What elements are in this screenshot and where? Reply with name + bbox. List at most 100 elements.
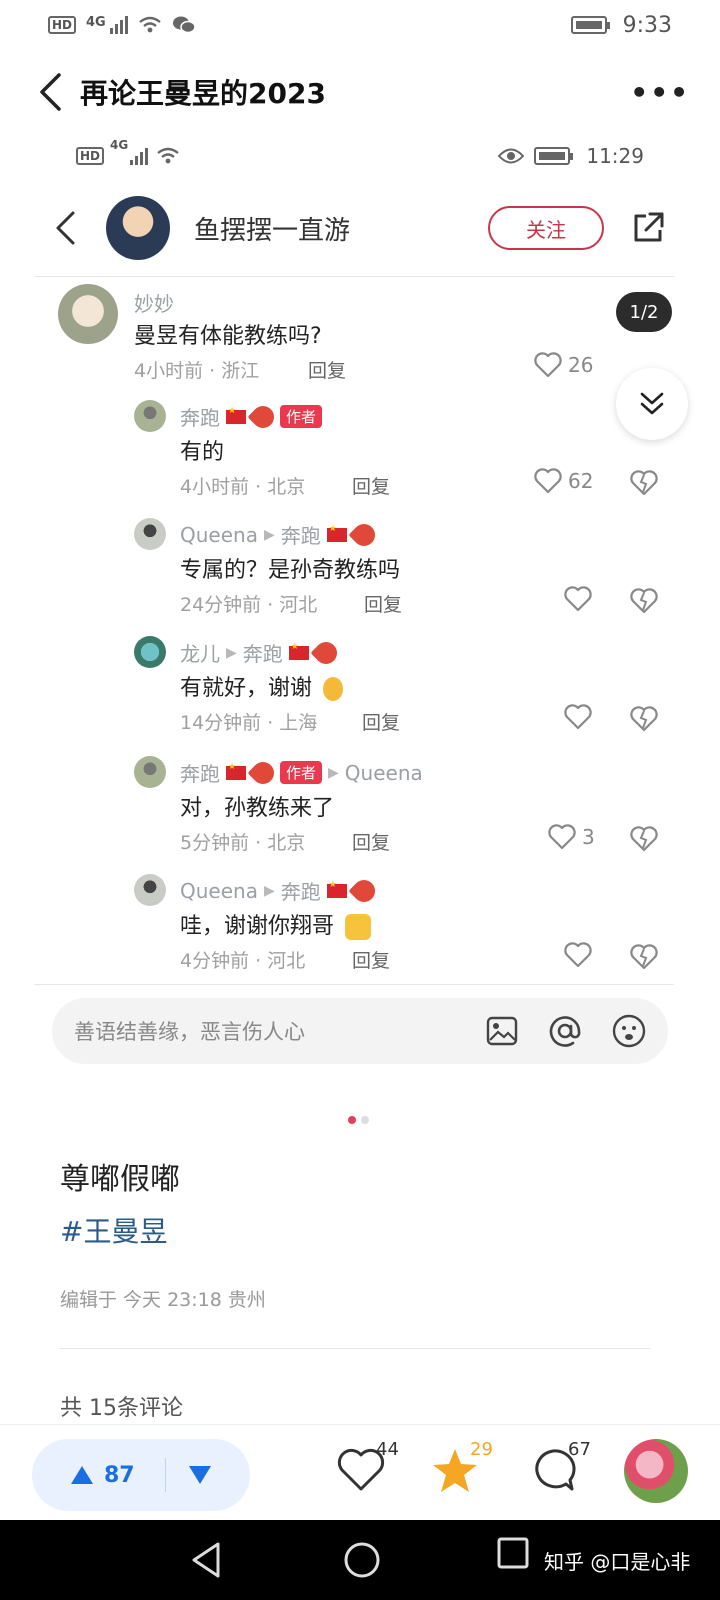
nav-home-icon[interactable] — [342, 1540, 382, 1580]
share-icon[interactable] — [630, 210, 666, 246]
heart-icon — [564, 942, 592, 968]
avatar[interactable] — [134, 874, 166, 906]
at-icon[interactable] — [548, 1014, 582, 1048]
image-icon[interactable] — [486, 1016, 518, 1046]
ping-pong-icon — [310, 636, 342, 669]
reply-arrow-icon: ▶ — [263, 882, 275, 899]
broken-heart-icon[interactable] — [630, 706, 658, 732]
collapse-button[interactable] — [616, 368, 688, 440]
hd-icon: HD — [48, 16, 77, 34]
author-name: 妙妙 — [134, 292, 174, 316]
follow-button[interactable]: 关注 — [488, 206, 604, 250]
more-button[interactable]: ••• — [630, 76, 690, 109]
avatar[interactable] — [134, 756, 166, 788]
comment-author[interactable]: Queena ▶ 奔跑 — [180, 874, 380, 907]
comment-total: 共 15条评论 — [60, 1396, 183, 1421]
clock: 9:33 — [622, 12, 672, 38]
like-count: 3 — [582, 825, 595, 849]
inner-status-bar: HD 4G 11:29 — [0, 138, 720, 174]
reply-button[interactable]: 回复 — [364, 590, 402, 617]
status-bar: HD 4G 9:33 — [0, 0, 720, 50]
wifi-icon — [138, 16, 161, 33]
comment-button[interactable]: 67 — [528, 1439, 591, 1507]
like-post-button[interactable]: 44 — [336, 1439, 399, 1507]
china-flag-icon — [226, 762, 246, 780]
author-name[interactable]: 鱼摆摆一直游 — [194, 210, 350, 247]
broken-heart-icon[interactable] — [630, 826, 658, 852]
emoji-icon[interactable] — [612, 1014, 646, 1048]
upvote-icon[interactable] — [70, 1465, 94, 1485]
author-badge: 作者 — [280, 405, 323, 428]
avatar[interactable] — [134, 400, 166, 432]
author-name: 奔跑 — [180, 762, 220, 786]
chevron-left-icon[interactable] — [54, 210, 76, 246]
comment-input[interactable]: 善语结善缘，恶言伤人心 — [52, 998, 668, 1064]
avatar[interactable] — [58, 284, 118, 344]
broken-heart-icon[interactable] — [630, 470, 658, 496]
like-button[interactable]: 62 — [534, 468, 593, 494]
back-button[interactable] — [30, 72, 70, 112]
divider — [34, 276, 674, 277]
ping-pong-icon — [247, 400, 279, 433]
comment-author[interactable]: 龙儿 ▶ 奔跑 — [180, 636, 342, 669]
inner-clock: 11:29 — [586, 144, 644, 168]
user-avatar[interactable] — [624, 1439, 688, 1503]
divider — [60, 1348, 650, 1349]
author-avatar[interactable] — [106, 196, 170, 260]
comment-count: 67 — [568, 1439, 591, 1460]
top-header: 再论王曼昱的2023 ••• — [0, 60, 720, 124]
like-count: 44 — [376, 1439, 399, 1460]
downvote-icon[interactable] — [188, 1465, 212, 1485]
reply-button[interactable]: 回复 — [352, 472, 390, 499]
comment-text: 有的 — [180, 440, 225, 465]
heart-icon — [534, 352, 562, 378]
carousel-indicator — [348, 1116, 369, 1124]
reply-arrow-icon: ▶ — [226, 644, 237, 661]
reply-button[interactable]: 回复 — [352, 946, 390, 973]
comment-meta: 24分钟前 · 河北 — [180, 594, 318, 616]
china-flag-icon — [226, 406, 246, 424]
avatar[interactable] — [134, 636, 166, 668]
double-chevron-down-icon — [640, 392, 664, 415]
reply-arrow-icon: ▶ — [263, 526, 275, 543]
ping-pong-icon — [348, 874, 380, 907]
inner-hd-icon: HD — [76, 147, 105, 165]
page-title: 再论王曼昱的2023 — [80, 77, 326, 110]
comment-meta: 14分钟前 · 上海 — [180, 712, 318, 734]
comment-meta: 4分钟前 · 河北 — [180, 950, 306, 972]
comment-author[interactable]: 奔跑 作者 ▶ Queena — [180, 756, 423, 789]
like-button[interactable] — [564, 942, 592, 968]
avatar[interactable] — [134, 518, 166, 550]
comment-author[interactable]: 奔跑 作者 — [180, 400, 323, 433]
like-count: 26 — [568, 353, 594, 377]
like-button[interactable] — [564, 704, 592, 730]
network-label: 4G — [86, 15, 106, 30]
watermark: 知乎 @口是心非 — [544, 1550, 691, 1574]
author-badge: 作者 — [280, 761, 323, 784]
nav-recents-icon[interactable] — [496, 1536, 530, 1570]
comment-author[interactable]: 妙妙 — [134, 288, 174, 317]
comment-text-content: 哇，谢谢你翔哥 — [180, 914, 335, 939]
comment-text: 专属的？是孙奇教练吗 — [180, 558, 401, 583]
heart-icon — [548, 824, 576, 850]
like-button[interactable] — [564, 586, 592, 612]
favorite-button[interactable]: 29 — [430, 1439, 493, 1507]
comment-text: 有就好，谢谢 — [180, 670, 344, 702]
author-name: 龙儿 — [180, 642, 220, 666]
comment-author[interactable]: Queena ▶ 奔跑 — [180, 518, 380, 551]
fist-emoji-icon — [345, 914, 372, 940]
reply-button[interactable]: 回复 — [308, 356, 346, 383]
post-text: 尊嘟假嘟 — [60, 1162, 180, 1197]
ping-pong-icon — [247, 756, 279, 789]
reply-button[interactable]: 回复 — [362, 708, 400, 735]
topic-tag[interactable]: #王曼昱 — [60, 1210, 167, 1250]
reply-to-name: 奔跑 — [280, 880, 321, 904]
like-button[interactable]: 26 — [534, 352, 593, 378]
nav-back-icon[interactable] — [188, 1540, 222, 1580]
broken-heart-icon[interactable] — [630, 944, 658, 970]
reply-button[interactable]: 回复 — [352, 828, 390, 855]
like-button[interactable]: 3 — [548, 824, 595, 850]
broken-heart-icon[interactable] — [630, 588, 658, 614]
comment-meta: 5分钟前 · 北京 — [180, 832, 306, 854]
china-flag-icon — [326, 524, 347, 542]
